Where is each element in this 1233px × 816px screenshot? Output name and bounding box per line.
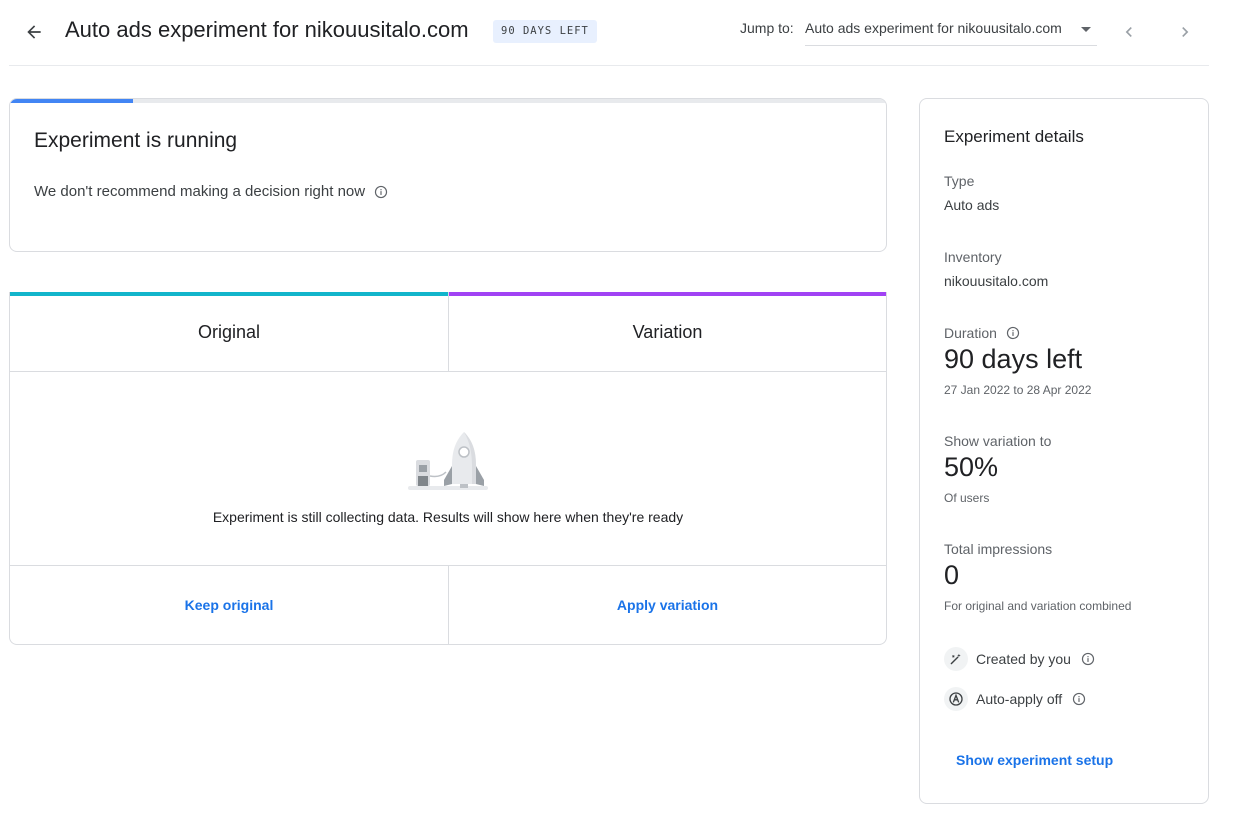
duration-value: 90 days left [944, 344, 1083, 374]
comparison-card: Original Variation Experiment is still c… [9, 292, 887, 645]
jump-to-label: Jump to: [740, 20, 794, 36]
show-variation-value: 50% [944, 452, 999, 482]
next-experiment-button[interactable] [1172, 18, 1198, 46]
show-variation-label: Show variation to [944, 433, 1052, 449]
header-divider [9, 65, 1209, 66]
created-info-icon[interactable] [1081, 652, 1095, 666]
results-empty-state: Experiment is still collecting data. Res… [10, 372, 886, 566]
jump-to-value: Auto ads experiment for nikouusitalo.com [805, 20, 1062, 36]
days-left-badge: 90 DAYS LEFT [493, 20, 597, 43]
chevron-right-icon [1182, 27, 1189, 37]
original-column-header: Original [10, 292, 449, 372]
experiment-status-card: Experiment is running We don't recommend… [9, 98, 887, 252]
variation-column-header: Variation [449, 292, 886, 372]
empty-state-message: Experiment is still collecting data. Res… [212, 509, 684, 525]
show-experiment-setup-link[interactable]: Show experiment setup [956, 752, 1113, 768]
status-subtitle-text: We don't recommend making a decision rig… [34, 183, 366, 200]
inventory-value: nikouusitalo.com [944, 273, 1049, 289]
apply-variation-cell: Apply variation [449, 566, 886, 644]
inventory-label: Inventory [944, 249, 1002, 265]
duration-label-row: Duration [944, 325, 1020, 341]
type-value: Auto ads [944, 197, 1000, 213]
duration-label: Duration [944, 325, 997, 341]
type-label: Type [944, 173, 975, 189]
status-title: Experiment is running [34, 129, 238, 152]
impressions-value: 0 [944, 560, 960, 590]
auto-apply-row: Auto-apply off [944, 687, 1086, 711]
duration-info-icon[interactable] [1006, 326, 1020, 340]
impressions-sub: For original and variation combined [944, 599, 1132, 613]
variation-color-bar [449, 292, 886, 296]
arrow-back-icon [27, 25, 41, 39]
magic-wand-icon [944, 647, 968, 671]
apply-variation-button[interactable]: Apply variation [617, 597, 718, 613]
auto-apply-info-icon[interactable] [1072, 692, 1086, 706]
experiment-details-panel: Experiment details Type Auto ads Invento… [919, 98, 1209, 804]
original-color-bar [10, 292, 448, 296]
duration-range: 27 Jan 2022 to 28 Apr 2022 [944, 383, 1092, 397]
keep-original-button[interactable]: Keep original [185, 597, 274, 613]
experiment-progress-track [10, 99, 886, 103]
info-icon[interactable] [374, 185, 388, 199]
details-heading: Experiment details [944, 127, 1084, 146]
dropdown-caret-icon [1081, 27, 1091, 32]
created-by-label: Created by you [976, 651, 1071, 667]
show-variation-sub: Of users [944, 491, 990, 505]
variation-label: Variation [632, 322, 703, 342]
status-subtitle: We don't recommend making a decision rig… [34, 183, 388, 200]
auto-apply-icon [944, 687, 968, 711]
chevron-left-icon [1125, 27, 1132, 37]
previous-experiment-button[interactable] [1116, 18, 1142, 46]
auto-apply-label: Auto-apply off [976, 691, 1063, 707]
rocket-illustration [408, 432, 488, 490]
original-label: Original [197, 322, 261, 342]
jump-to-select[interactable]: Auto ads experiment for nikouusitalo.com [805, 17, 1097, 46]
impressions-label: Total impressions [944, 541, 1053, 557]
page-title: Auto ads experiment for nikouusitalo.com [65, 17, 469, 42]
created-by-row: Created by you [944, 647, 1095, 671]
keep-original-cell: Keep original [10, 566, 449, 644]
back-button[interactable] [20, 18, 48, 46]
experiment-progress-fill [10, 99, 133, 103]
